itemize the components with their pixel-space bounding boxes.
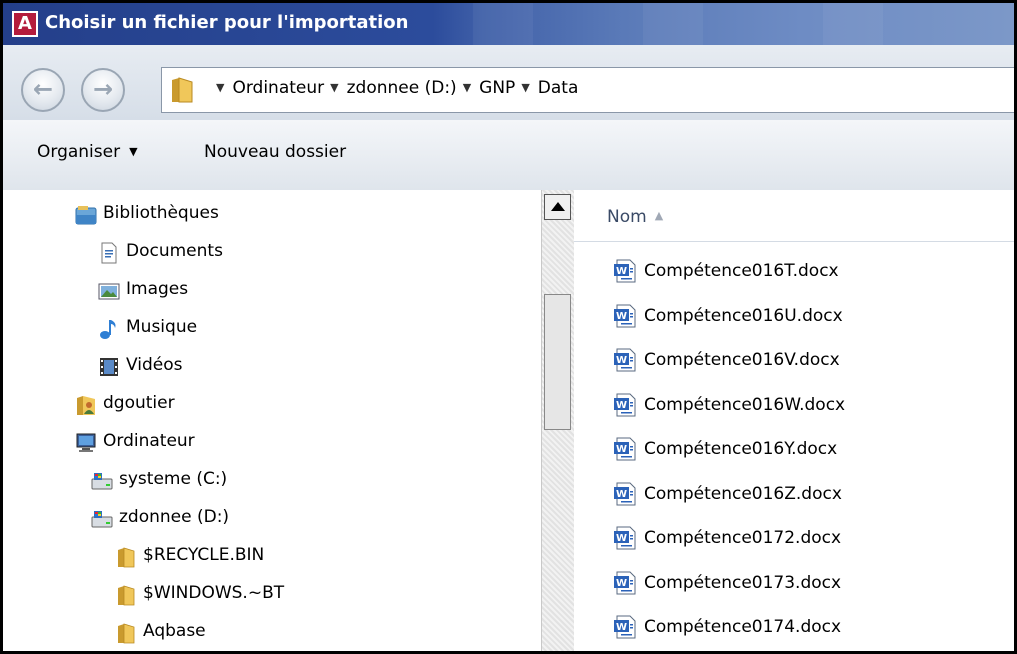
navigation-pane[interactable]: Bibliothèques Documents Images Musique Vidéo… [3,190,541,651]
organize-button[interactable]: Organiser ▼ [37,142,138,162]
scroll-up-button[interactable] [544,194,571,220]
tree-item-label: $WINDOWS.~BT [143,583,285,603]
title-bar[interactable]: A Choisir un fichier pour l'importation [3,3,1014,45]
svg-text:W: W [616,311,627,322]
tree-item-label: Vidéos [126,355,183,375]
breadcrumb: ▼ Ordinateur ▼ zdonnee (D:) ▼ GNP ▼ Data [210,78,578,98]
file-name: Compétence0173.docx [644,572,842,593]
address-box[interactable]: ▼ Ordinateur ▼ zdonnee (D:) ▼ GNP ▼ Data [161,67,1014,113]
column-name-label: Nom [607,207,647,227]
file-name: Compétence016W.docx [644,394,846,415]
svg-text:W: W [616,355,627,366]
svg-text:W: W [616,489,627,500]
breadcrumb-segment[interactable]: GNP [479,78,515,98]
svg-text:W: W [616,266,627,277]
tree-item-label: Musique [126,317,198,337]
tree-item-label: Documents [126,241,223,261]
back-button[interactable]: ← [21,68,65,112]
file-list[interactable]: Nom ▲ W Compétence016T.docx W Compétence016U… [574,190,1014,651]
tree-item-label: Aqbase [143,621,206,641]
tree-item-label: Images [126,279,189,299]
svg-text:W: W [616,400,627,411]
tree-item-label: dgoutier [103,393,175,413]
sort-ascending-icon: ▲ [654,209,664,222]
file-name: Compétence0174.docx [644,617,842,637]
file-name: Compétence016Y.docx [644,439,838,459]
breadcrumb-chevron-icon[interactable]: ▼ [463,81,471,94]
navigation-scrollbar[interactable] [541,190,574,651]
address-bar-area: ← → ▼ Ordinateur ▼ zdonnee (D:) ▼ GNP ▼ Data [3,45,1014,121]
tree-item-label: $RECYCLE.BIN [143,545,265,565]
chevron-down-icon: ▼ [129,145,138,158]
file-name: Compétence016V.docx [644,350,840,370]
tree-item-label: zdonnee (D:) [119,507,230,527]
file-name: Compétence016T.docx [644,261,839,281]
command-toolbar: Organiser ▼ Nouveau dossier [3,120,1014,191]
breadcrumb-chevron-icon[interactable]: ▼ [216,81,224,94]
window-title: Choisir un fichier pour l'importation [45,12,409,33]
breadcrumb-chevron-icon[interactable]: ▼ [521,81,529,94]
tree-item-label: Ordinateur [103,431,195,451]
file-name: Compétence016Z.docx [644,483,842,504]
tree-item-label: systeme (C:) [119,469,228,489]
svg-text:W: W [616,533,627,544]
app-icon: A [12,11,38,37]
file-name: Compétence016U.docx [644,305,843,326]
svg-text:W: W [616,622,627,633]
forward-button[interactable]: → [81,68,125,112]
scroll-thumb[interactable] [544,294,571,430]
breadcrumb-segment[interactable]: Ordinateur [232,78,324,98]
folder-icon [172,77,193,103]
breadcrumb-chevron-icon[interactable]: ▼ [330,81,338,94]
tree-item-label: Bibliothèques [103,203,219,223]
file-import-dialog: A Choisir un fichier pour l'importation … [0,0,1017,654]
back-arrow-icon: ← [32,75,54,103]
breadcrumb-segment[interactable]: zdonnee (D:) [347,78,457,98]
svg-text:W: W [616,444,627,455]
file-name: Compétence0172.docx [644,528,842,548]
column-header-name[interactable]: Nom ▲ [574,190,1014,242]
breadcrumb-segment[interactable]: Data [538,78,579,98]
forward-arrow-icon: → [92,75,114,103]
svg-text:W: W [616,578,627,589]
organize-label: Organiser [37,142,121,162]
new-folder-button[interactable]: Nouveau dossier [204,142,346,162]
